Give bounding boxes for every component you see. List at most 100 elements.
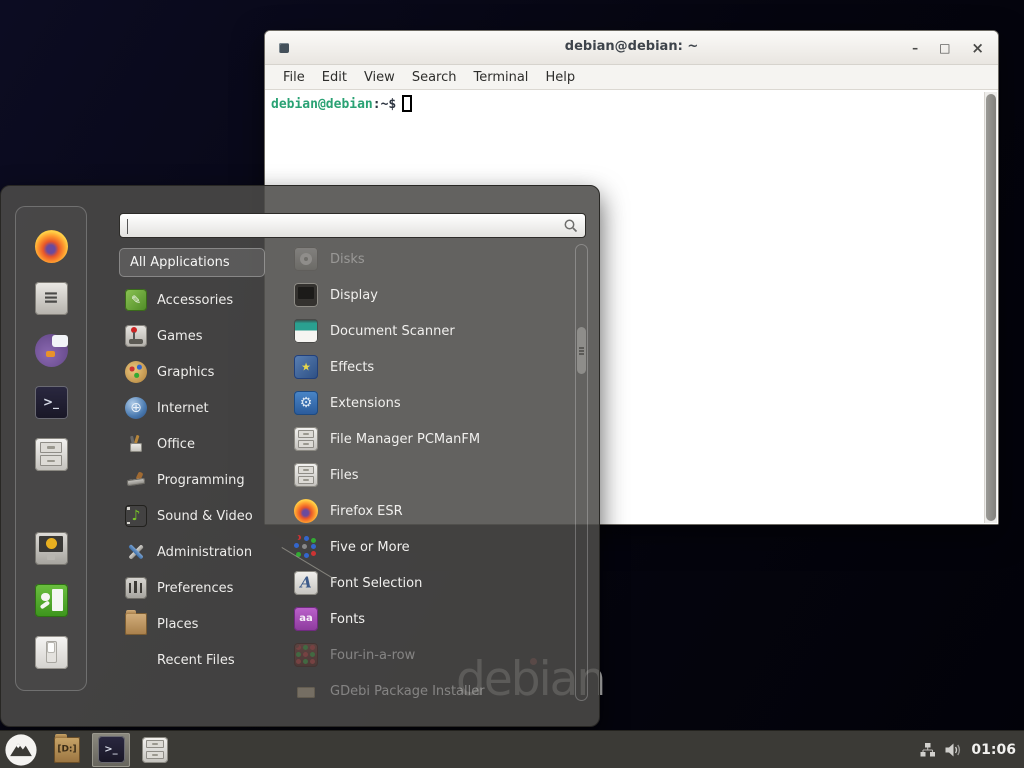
- cabinet-icon: [294, 427, 318, 451]
- maximize-button[interactable]: □: [939, 42, 950, 54]
- taskbar-file-manager-d[interactable]: [D:]: [48, 733, 86, 767]
- terminal-menu-file[interactable]: File: [283, 70, 305, 85]
- effects-icon: ★: [294, 355, 318, 379]
- terminal-scrollbar[interactable]: [984, 92, 997, 523]
- office-icon: [125, 433, 147, 455]
- app-font-selection[interactable]: AFont Selection: [266, 565, 566, 601]
- app-five-or-more[interactable]: Five or More: [266, 529, 566, 565]
- favorites-panel: ≡ >_: [15, 206, 87, 691]
- firefox-icon: [35, 230, 68, 263]
- favorite-terminal[interactable]: >_: [31, 385, 71, 419]
- terminal-menu-view[interactable]: View: [364, 70, 395, 85]
- menu-scrollbar-thumb[interactable]: [577, 327, 586, 374]
- category-internet[interactable]: ⊕ Internet: [119, 390, 265, 426]
- category-programming[interactable]: Programming: [119, 462, 265, 498]
- category-list: All Applications ✎ Accessories Games Graphic…: [119, 248, 265, 678]
- category-label: Programming: [157, 473, 245, 488]
- app-label: GDebi Package Installer: [330, 684, 485, 699]
- category-preferences[interactable]: Preferences: [119, 570, 265, 606]
- internet-icon: ⊕: [125, 397, 147, 419]
- category-label: Internet: [157, 401, 209, 416]
- system-tray: 01:06: [919, 742, 1024, 758]
- document-scanner-icon: [294, 319, 318, 343]
- menu-button[interactable]: [0, 733, 42, 767]
- cabinet-icon: [294, 463, 318, 487]
- close-button[interactable]: ×: [971, 41, 984, 56]
- network-icon[interactable]: [919, 742, 936, 758]
- four-in-a-row-icon: [294, 643, 318, 667]
- app-four-in-a-row[interactable]: Four-in-a-row: [266, 637, 566, 673]
- favorite-firefox[interactable]: [31, 229, 71, 263]
- app-document-scanner[interactable]: Document Scanner: [266, 313, 566, 349]
- disks-icon: [294, 247, 318, 271]
- terminal-icon: >_: [98, 736, 125, 763]
- extensions-icon: ⚙: [294, 391, 318, 415]
- menu-scrollbar[interactable]: [575, 244, 588, 701]
- favorite-file-manager[interactable]: [31, 437, 71, 471]
- category-label: Accessories: [157, 293, 233, 308]
- app-label: Fonts: [330, 612, 365, 627]
- minimize-button[interactable]: –: [912, 42, 918, 54]
- terminal-menu-search[interactable]: Search: [412, 70, 457, 85]
- terminal-menu-terminal[interactable]: Terminal: [473, 70, 528, 85]
- app-files[interactable]: Files: [266, 457, 566, 493]
- search-icon: [563, 218, 579, 234]
- taskbar-files[interactable]: [136, 733, 174, 767]
- accessories-icon: ✎: [125, 289, 147, 311]
- scrollbar-thumb[interactable]: [986, 94, 996, 521]
- app-label: Display: [330, 288, 378, 303]
- category-label: Recent Files: [157, 653, 235, 668]
- search-input[interactable]: [119, 213, 586, 238]
- favorite-pidgin[interactable]: [31, 333, 71, 367]
- app-label: Extensions: [330, 396, 401, 411]
- category-games[interactable]: Games: [119, 318, 265, 354]
- category-label: Administration: [157, 545, 252, 560]
- app-extensions[interactable]: ⚙ Extensions: [266, 385, 566, 421]
- volume-icon[interactable]: [944, 742, 963, 758]
- terminal-menu-help[interactable]: Help: [545, 70, 575, 85]
- terminal-titlebar[interactable]: debian@debian: ~ – □ ×: [265, 31, 998, 65]
- category-accessories[interactable]: ✎ Accessories: [119, 282, 265, 318]
- control-center-icon: ≡: [35, 282, 68, 315]
- app-display[interactable]: Display: [266, 277, 566, 313]
- app-label: Firefox ESR: [330, 504, 403, 519]
- taskbar: [D:] >_ 01:06: [0, 730, 1024, 768]
- app-firefox-esr[interactable]: Firefox ESR: [266, 493, 566, 529]
- app-label: Five or More: [330, 540, 410, 555]
- category-label: Sound & Video: [157, 509, 253, 524]
- display-icon: [294, 283, 318, 307]
- category-all-applications[interactable]: All Applications: [119, 248, 265, 277]
- category-sound-video[interactable]: ♪Sound & Video: [119, 498, 265, 534]
- category-graphics[interactable]: Graphics: [119, 354, 265, 390]
- app-effects[interactable]: ★Effects: [266, 349, 566, 385]
- graphics-icon: [125, 361, 147, 383]
- lock-screen-icon: [35, 532, 68, 565]
- menu-logo-icon: [4, 733, 38, 767]
- favorite-shut-down[interactable]: [31, 635, 71, 669]
- app-label: Document Scanner: [330, 324, 455, 339]
- favorite-lock-screen[interactable]: [31, 531, 71, 565]
- taskbar-terminal[interactable]: >_: [92, 733, 130, 767]
- favorite-control-center[interactable]: ≡: [31, 281, 71, 315]
- terminal-menu-edit[interactable]: Edit: [322, 70, 347, 85]
- app-fonts[interactable]: aaFonts: [266, 601, 566, 637]
- cabinet-icon: [142, 737, 168, 763]
- games-icon: [125, 325, 147, 347]
- cabinet-icon: [35, 438, 68, 471]
- clock[interactable]: 01:06: [971, 742, 1016, 758]
- favorite-log-out[interactable]: [31, 583, 71, 617]
- app-label: Disks: [330, 252, 365, 267]
- app-label: Font Selection: [330, 576, 422, 591]
- category-office[interactable]: Office: [119, 426, 265, 462]
- application-menu: ≡ >_ All Applications ✎ Accessories Games Gra…: [0, 185, 600, 727]
- category-recent-files[interactable]: Recent Files: [119, 642, 265, 678]
- app-file-manager-pcmanfm[interactable]: File Manager PCManFM: [266, 421, 566, 457]
- category-label: Graphics: [157, 365, 214, 380]
- category-administration[interactable]: Administration: [119, 534, 265, 570]
- app-disks[interactable]: Disks: [266, 241, 566, 277]
- terminal-icon: >_: [35, 386, 68, 419]
- category-places[interactable]: Places: [119, 606, 265, 642]
- app-gdebi-package-installer[interactable]: GDebi Package Installer: [266, 673, 566, 703]
- terminal-menubar: File Edit View Search Terminal Help: [265, 65, 998, 90]
- gdebi-icon: [294, 679, 318, 703]
